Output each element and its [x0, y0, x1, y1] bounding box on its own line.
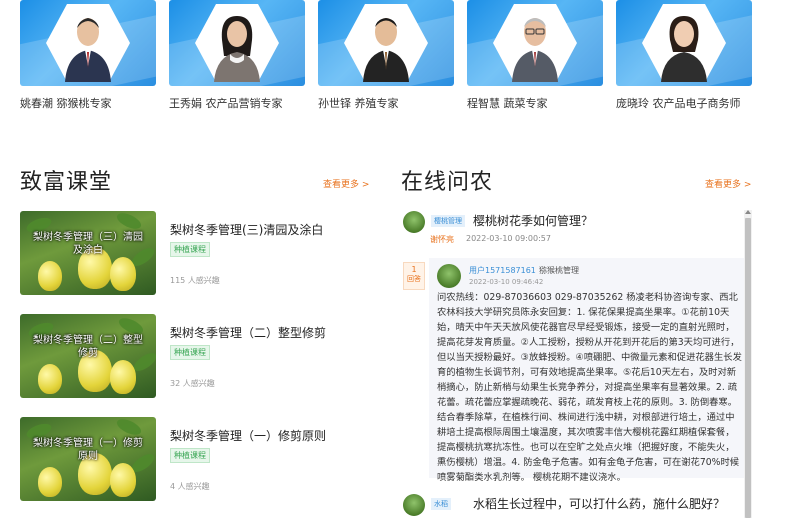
course-item[interactable]: 梨树冬季管理（二）整型修剪 梨树冬季管理（二）整型修剪 种植课程 32 人感兴趣	[20, 314, 380, 398]
course-item[interactable]: 梨树冬季管理（一）修剪原则 梨树冬季管理（一）修剪原则 种植课程 4 人感兴趣	[20, 417, 380, 501]
expert-portrait-icon	[661, 16, 707, 82]
question-title[interactable]: 樱桃树花季如何管理？	[473, 212, 593, 229]
answer-category: 猕猴桃管理	[539, 266, 579, 275]
course-thumbnail[interactable]: 梨树冬季管理（一）修剪原则	[20, 417, 156, 501]
expert-photo[interactable]	[20, 0, 156, 86]
scrollbar-thumb[interactable]	[745, 218, 751, 518]
expert-list: 姚春潮 猕猴桃专家 王秀娟 农产品营销专家 孙世铎 养殖专家 程智慧 蔬菜专家 …	[20, 0, 800, 112]
course-interest-count: 4 人感兴趣	[170, 482, 210, 491]
question-author[interactable]: 谢怀亮	[430, 234, 454, 245]
course-thumbnail[interactable]: 梨树冬季管理（二）整型修剪	[20, 314, 156, 398]
expert-caption[interactable]: 王秀娟 农产品营销专家	[169, 95, 305, 111]
answer-count-badge: 1 回答	[403, 262, 425, 290]
courses-more-link[interactable]: 查看更多 >	[323, 177, 369, 190]
course-interest-count: 115 人感兴趣	[170, 276, 220, 285]
question-date: 2022-03-10 09:00:57	[466, 234, 551, 243]
expert-photo[interactable]	[169, 0, 305, 86]
answer-block: 1 回答 用户1571587161 猕猴桃管理 2022-03-10 09:46…	[401, 256, 749, 483]
question-tag: 水稻	[431, 498, 451, 510]
expert-card[interactable]: 庞晓玲 农产品电子商务师	[616, 0, 752, 111]
user-avatar	[403, 211, 425, 233]
expert-card[interactable]: 孙世铎 养殖专家	[318, 0, 454, 111]
expert-caption[interactable]: 孙世铎 养殖专家	[318, 95, 454, 111]
expert-portrait-icon	[214, 16, 260, 82]
course-item[interactable]: 梨树冬季管理（三）清园及涂白 梨树冬季管理(三)清园及涂白 种植课程 115 人…	[20, 211, 380, 295]
answer-user[interactable]: 用户1571587161	[469, 265, 536, 276]
qa-more-link[interactable]: 查看更多 >	[705, 177, 751, 190]
course-tag: 种植课程	[170, 242, 210, 257]
expert-portrait-icon	[512, 18, 558, 82]
course-thumbnail-title: 梨树冬季管理（一）修剪原则	[33, 438, 143, 462]
course-interest-count: 32 人感兴趣	[170, 379, 215, 388]
expert-caption[interactable]: 庞晓玲 农产品电子商务师	[616, 95, 752, 111]
course-tag: 种植课程	[170, 448, 210, 463]
scroll-up-arrow-icon[interactable]	[745, 210, 751, 214]
answer-count-label: 回答	[407, 275, 421, 283]
course-thumbnail-title: 梨树冬季管理（三）清园及涂白	[33, 232, 143, 256]
expert-card[interactable]: 程智慧 蔬菜专家	[467, 0, 603, 111]
expert-caption[interactable]: 程智慧 蔬菜专家	[467, 95, 603, 111]
qa-section-title: 在线问农	[401, 170, 494, 195]
expert-photo[interactable]	[318, 0, 454, 86]
courses-section-title: 致富课堂	[20, 170, 113, 195]
answer-text: 问农热线：029-87036603 029-87035262 杨凌老科协咨询专家…	[437, 292, 742, 483]
course-title[interactable]: 梨树冬季管理（二）整型修剪	[170, 324, 326, 341]
course-title[interactable]: 梨树冬季管理（一）修剪原则	[170, 427, 326, 444]
answer-count: 1	[411, 265, 417, 274]
answer-date: 2022-03-10 09:46:42	[469, 278, 544, 286]
expert-card[interactable]: 王秀娟 农产品营销专家	[169, 0, 305, 111]
question-tag: 樱桃管理	[431, 215, 465, 227]
expert-photo[interactable]	[467, 0, 603, 86]
expert-caption[interactable]: 姚春潮 猕猴桃专家	[20, 95, 156, 111]
course-title[interactable]: 梨树冬季管理(三)清园及涂白	[170, 221, 323, 238]
course-thumbnail[interactable]: 梨树冬季管理（三）清园及涂白	[20, 211, 156, 295]
expert-card[interactable]: 姚春潮 猕猴桃专家	[20, 0, 156, 111]
expert-portrait-icon	[65, 18, 111, 82]
qa-scrollbar[interactable]	[744, 210, 752, 518]
question-title[interactable]: 水稻生长过程中，可以打什么药，施什么肥好？	[473, 495, 725, 512]
answer-user-avatar	[437, 264, 461, 288]
answer-panel: 用户1571587161 猕猴桃管理 2022-03-10 09:46:42 问…	[429, 258, 749, 483]
expert-photo[interactable]	[616, 0, 752, 86]
expert-portrait-icon	[363, 18, 409, 82]
course-tag: 种植课程	[170, 345, 210, 360]
user-avatar	[403, 494, 425, 516]
course-thumbnail-title: 梨树冬季管理（二）整型修剪	[33, 335, 143, 359]
qa-list: 樱桃管理 樱桃树花季如何管理？ 谢怀亮 2022-03-10 09:00:57 …	[401, 206, 753, 518]
